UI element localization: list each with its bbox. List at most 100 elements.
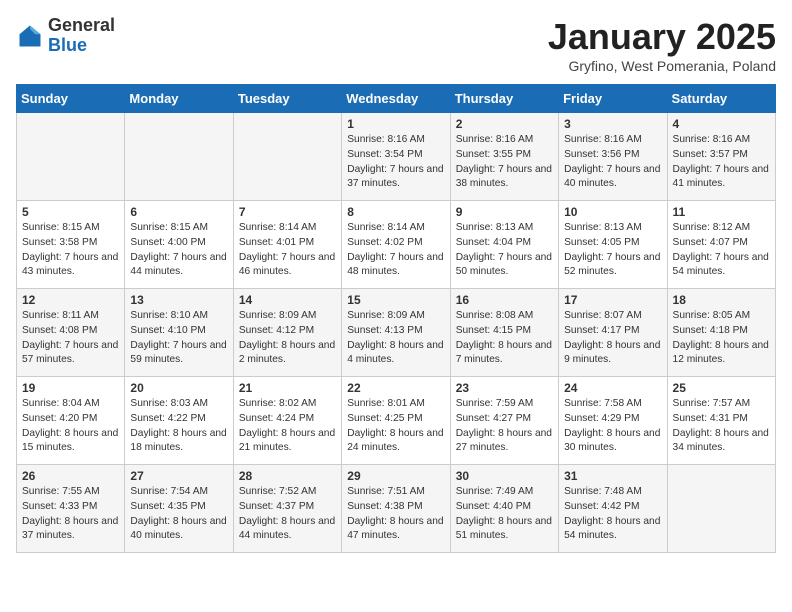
day-number: 12: [22, 293, 119, 307]
day-number: 3: [564, 117, 661, 131]
day-number: 29: [347, 469, 444, 483]
calendar-day-cell: 12Sunrise: 8:11 AM Sunset: 4:08 PM Dayli…: [17, 289, 125, 377]
calendar-day-cell: 31 Sunrise: 7:48 AM Sunset: 4:42 PM Dayli…: [559, 465, 667, 553]
calendar-day-cell: 5Sunrise: 8:15 AM Sunset: 3:58 PM Daylig…: [17, 201, 125, 289]
day-number: 24: [564, 381, 661, 395]
calendar-day-cell: 28 Sunrise: 7:52 AM Sunset: 4:37 PM Dayli…: [233, 465, 341, 553]
day-number: 5: [22, 205, 119, 219]
day-number: 21: [239, 381, 336, 395]
day-info: Sunrise: 8:14 AM Sunset: 4:01 PM Dayligh…: [239, 221, 336, 280]
day-info: Sunrise: 7:57 AM Sunset: 4:31 PM Dayligh…: [673, 397, 770, 456]
day-number: 26: [22, 469, 119, 483]
day-number: 31: [564, 469, 661, 483]
calendar-day-cell: 3 Sunrise: 8:16 AM Sunset: 3:56 PM Daylig…: [559, 113, 667, 201]
day-number: 10: [564, 205, 661, 219]
day-info: Sunrise: 8:16 AM Sunset: 3:55 PM Dayligh…: [456, 133, 553, 192]
day-number: 1: [347, 117, 444, 131]
calendar-day-cell: 1 Sunrise: 8:16 AM Sunset: 3:54 PM Daylig…: [342, 113, 450, 201]
calendar-day-cell: 14 Sunrise: 8:09 AM Sunset: 4:12 PM Dayli…: [233, 289, 341, 377]
day-number: 27: [130, 469, 227, 483]
logo: General Blue: [16, 16, 115, 56]
calendar-day-cell: 23 Sunrise: 7:59 AM Sunset: 4:27 PM Dayli…: [450, 377, 558, 465]
weekday-header-monday: Monday: [125, 85, 233, 113]
calendar-week-row: 26 Sunrise: 7:55 AM Sunset: 4:33 PM Dayli…: [17, 465, 776, 553]
calendar-day-cell: 30 Sunrise: 7:49 AM Sunset: 4:40 PM Dayli…: [450, 465, 558, 553]
page-header: General Blue January 2025 Gryfino, West …: [16, 16, 776, 74]
logo-text: General Blue: [48, 16, 115, 56]
day-number: 28: [239, 469, 336, 483]
day-info: Sunrise: 8:01 AM Sunset: 4:25 PM Dayligh…: [347, 397, 444, 456]
calendar-day-cell: 13Sunrise: 8:10 AM Sunset: 4:10 PM Dayli…: [125, 289, 233, 377]
day-info: Sunrise: 8:14 AM Sunset: 4:02 PM Dayligh…: [347, 221, 444, 280]
day-info: Sunrise: 7:52 AM Sunset: 4:37 PM Dayligh…: [239, 485, 336, 544]
calendar-day-cell: 15 Sunrise: 8:09 AM Sunset: 4:13 PM Dayli…: [342, 289, 450, 377]
title-section: January 2025 Gryfino, West Pomerania, Po…: [548, 16, 776, 74]
calendar-day-cell: 16 Sunrise: 8:08 AM Sunset: 4:15 PM Dayli…: [450, 289, 558, 377]
weekday-header-sunday: Sunday: [17, 85, 125, 113]
day-info: Sunrise: 8:08 AM Sunset: 4:15 PM Dayligh…: [456, 309, 553, 368]
calendar-subtitle: Gryfino, West Pomerania, Poland: [548, 58, 776, 74]
day-info: Sunrise: 8:09 AM Sunset: 4:13 PM Dayligh…: [347, 309, 444, 368]
day-number: 13: [130, 293, 227, 307]
weekday-header-thursday: Thursday: [450, 85, 558, 113]
day-info: Sunrise: 8:04 AM Sunset: 4:20 PM Dayligh…: [22, 397, 119, 456]
day-info: Sunrise: 7:51 AM Sunset: 4:38 PM Dayligh…: [347, 485, 444, 544]
day-info: Sunrise: 8:05 AM Sunset: 4:18 PM Dayligh…: [673, 309, 770, 368]
calendar-day-cell: 8 Sunrise: 8:14 AM Sunset: 4:02 PM Daylig…: [342, 201, 450, 289]
day-info: Sunrise: 8:03 AM Sunset: 4:22 PM Dayligh…: [130, 397, 227, 456]
calendar-empty-cell: [667, 465, 775, 553]
calendar-day-cell: 26 Sunrise: 7:55 AM Sunset: 4:33 PM Dayli…: [17, 465, 125, 553]
day-info: Sunrise: 8:16 AM Sunset: 3:54 PM Dayligh…: [347, 133, 444, 192]
weekday-header-saturday: Saturday: [667, 85, 775, 113]
day-info: Sunrise: 8:07 AM Sunset: 4:17 PM Dayligh…: [564, 309, 661, 368]
calendar-day-cell: 24 Sunrise: 7:58 AM Sunset: 4:29 PM Dayli…: [559, 377, 667, 465]
day-number: 4: [673, 117, 770, 131]
day-number: 2: [456, 117, 553, 131]
calendar-empty-cell: [17, 113, 125, 201]
calendar-day-cell: 7 Sunrise: 8:14 AM Sunset: 4:01 PM Daylig…: [233, 201, 341, 289]
calendar-week-row: 5Sunrise: 8:15 AM Sunset: 3:58 PM Daylig…: [17, 201, 776, 289]
day-number: 14: [239, 293, 336, 307]
day-number: 7: [239, 205, 336, 219]
day-number: 15: [347, 293, 444, 307]
calendar-day-cell: 21Sunrise: 8:02 AM Sunset: 4:24 PM Dayli…: [233, 377, 341, 465]
calendar-day-cell: 29 Sunrise: 7:51 AM Sunset: 4:38 PM Dayli…: [342, 465, 450, 553]
day-info: Sunrise: 8:09 AM Sunset: 4:12 PM Dayligh…: [239, 309, 336, 368]
calendar-day-cell: 10Sunrise: 8:13 AM Sunset: 4:05 PM Dayli…: [559, 201, 667, 289]
calendar-title: January 2025: [548, 16, 776, 58]
day-number: 11: [673, 205, 770, 219]
calendar-day-cell: 18Sunrise: 8:05 AM Sunset: 4:18 PM Dayli…: [667, 289, 775, 377]
day-info: Sunrise: 8:16 AM Sunset: 3:56 PM Dayligh…: [564, 133, 661, 192]
calendar-day-cell: 17Sunrise: 8:07 AM Sunset: 4:17 PM Dayli…: [559, 289, 667, 377]
day-info: Sunrise: 7:55 AM Sunset: 4:33 PM Dayligh…: [22, 485, 119, 544]
day-info: Sunrise: 7:59 AM Sunset: 4:27 PM Dayligh…: [456, 397, 553, 456]
calendar-day-cell: 19 Sunrise: 8:04 AM Sunset: 4:20 PM Dayli…: [17, 377, 125, 465]
weekday-header-friday: Friday: [559, 85, 667, 113]
day-number: 19: [22, 381, 119, 395]
day-number: 16: [456, 293, 553, 307]
day-info: Sunrise: 7:48 AM Sunset: 4:42 PM Dayligh…: [564, 485, 661, 544]
calendar-day-cell: 2 Sunrise: 8:16 AM Sunset: 3:55 PM Daylig…: [450, 113, 558, 201]
calendar-day-cell: 11 Sunrise: 8:12 AM Sunset: 4:07 PM Dayli…: [667, 201, 775, 289]
day-info: Sunrise: 7:58 AM Sunset: 4:29 PM Dayligh…: [564, 397, 661, 456]
day-info: Sunrise: 8:12 AM Sunset: 4:07 PM Dayligh…: [673, 221, 770, 280]
logo-icon: [16, 22, 44, 50]
day-number: 8: [347, 205, 444, 219]
day-number: 9: [456, 205, 553, 219]
day-number: 30: [456, 469, 553, 483]
day-info: Sunrise: 8:15 AM Sunset: 4:00 PM Dayligh…: [130, 221, 227, 280]
day-number: 23: [456, 381, 553, 395]
day-info: Sunrise: 7:49 AM Sunset: 4:40 PM Dayligh…: [456, 485, 553, 544]
calendar-week-row: 12Sunrise: 8:11 AM Sunset: 4:08 PM Dayli…: [17, 289, 776, 377]
calendar-empty-cell: [125, 113, 233, 201]
day-number: 22: [347, 381, 444, 395]
calendar-day-cell: 27 Sunrise: 7:54 AM Sunset: 4:35 PM Dayli…: [125, 465, 233, 553]
weekday-header-row: SundayMondayTuesdayWednesdayThursdayFrid…: [17, 85, 776, 113]
weekday-header-wednesday: Wednesday: [342, 85, 450, 113]
calendar-empty-cell: [233, 113, 341, 201]
day-info: Sunrise: 7:54 AM Sunset: 4:35 PM Dayligh…: [130, 485, 227, 544]
day-info: Sunrise: 8:13 AM Sunset: 4:04 PM Dayligh…: [456, 221, 553, 280]
calendar-table: SundayMondayTuesdayWednesdayThursdayFrid…: [16, 84, 776, 553]
calendar-week-row: 1 Sunrise: 8:16 AM Sunset: 3:54 PM Daylig…: [17, 113, 776, 201]
calendar-day-cell: 20Sunrise: 8:03 AM Sunset: 4:22 PM Dayli…: [125, 377, 233, 465]
